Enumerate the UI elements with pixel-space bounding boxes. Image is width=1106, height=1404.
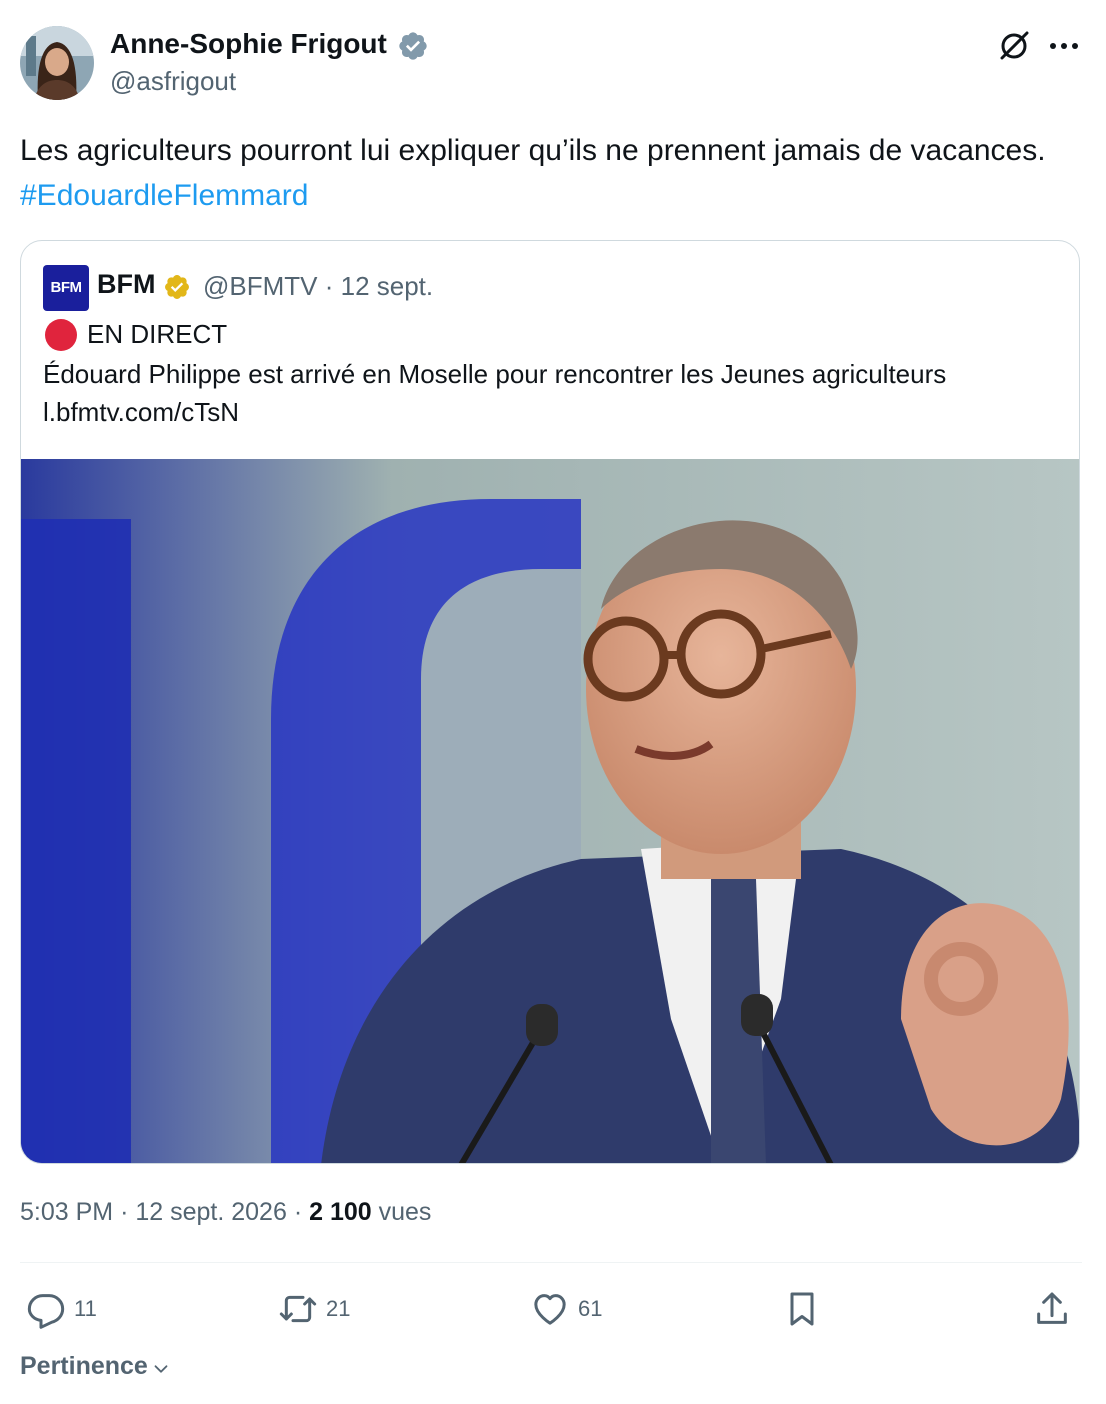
reply-icon <box>27 1294 65 1329</box>
quote-handle-date[interactable]: @BFMTV · 12 sept. <box>203 271 433 302</box>
tweet-text: Les agriculteurs pourront lui expliquer … <box>20 128 1080 218</box>
divider <box>20 1262 1082 1263</box>
live-label: EN DIRECT <box>87 319 228 349</box>
views-label: vues <box>378 1198 432 1226</box>
verified-gold-badge-icon <box>165 275 189 299</box>
quote-author-name[interactable]: BFM <box>97 269 155 300</box>
bfm-logo-text: BFM <box>50 279 83 296</box>
chevron-down-icon <box>154 1364 168 1373</box>
bookmark-button[interactable] <box>782 1286 822 1332</box>
grok-icon[interactable] <box>996 28 1032 64</box>
quote-body: Édouard Philippe est arrivé en Moselle p… <box>43 359 947 389</box>
bookmark-icon <box>790 1292 814 1326</box>
tweet-date[interactable]: 12 sept. 2026 <box>135 1198 287 1226</box>
reply-button[interactable]: 11 <box>26 1286 97 1332</box>
views-count: 2 100 <box>309 1198 372 1226</box>
retweet-icon <box>279 1295 317 1323</box>
replies-sort-dropdown[interactable]: Pertinence <box>20 1352 172 1381</box>
quote-photo[interactable] <box>21 459 1080 1164</box>
share-icon <box>1037 1292 1067 1324</box>
sort-label: Pertinence <box>20 1352 148 1380</box>
quoted-tweet[interactable]: BFM BFM @BFMTV · 12 sept. EN DIRECT Édou… <box>20 240 1080 1164</box>
quote-link[interactable]: l.bfmtv.com/cTsN <box>43 393 239 431</box>
tweet-time[interactable]: 5:03 PM <box>20 1198 113 1226</box>
like-count: 61 <box>578 1296 603 1321</box>
share-button[interactable] <box>1032 1286 1072 1332</box>
more-options-icon[interactable] <box>1048 36 1080 56</box>
avatar-image <box>20 26 94 100</box>
bfm-logo: BFM <box>43 265 89 311</box>
verified-badge-icon <box>399 32 427 60</box>
reply-count: 11 <box>74 1296 97 1321</box>
author-handle[interactable]: @asfrigout <box>110 66 236 97</box>
author-avatar[interactable] <box>20 26 94 100</box>
heart-icon <box>534 1294 566 1325</box>
tweet-body: Les agriculteurs pourront lui expliquer … <box>20 134 1046 167</box>
live-red-circle-icon <box>45 319 77 351</box>
meta-separator: · <box>293 1198 310 1226</box>
retweet-count: 21 <box>326 1296 351 1321</box>
author-name[interactable]: Anne-Sophie Frigout <box>110 28 387 60</box>
retweet-button[interactable]: 21 <box>278 1286 350 1332</box>
hashtag-link[interactable]: #EdouardleFlemmard <box>20 179 308 212</box>
tweet-meta: 5:03 PM · 12 sept. 2026 · 2 100 vues <box>20 1198 431 1227</box>
like-button[interactable]: 61 <box>530 1286 602 1332</box>
meta-separator: · <box>120 1198 136 1226</box>
